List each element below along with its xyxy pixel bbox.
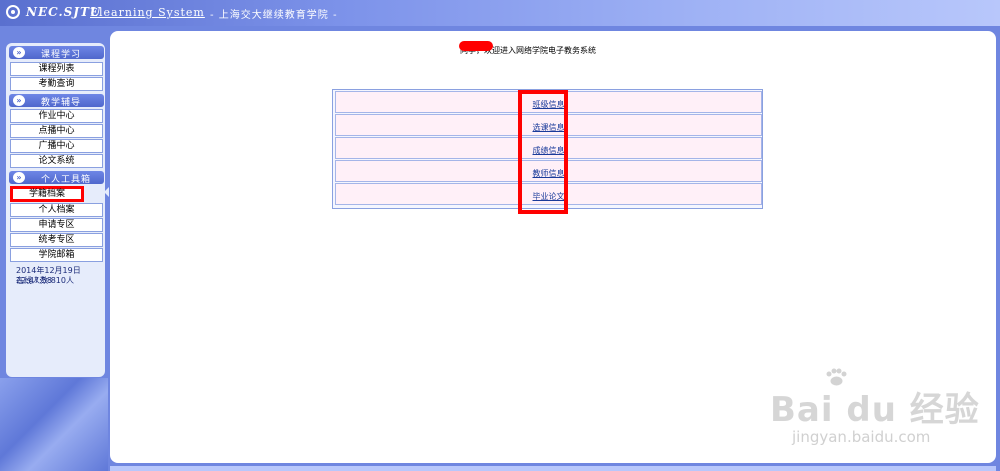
sidebar-item-homework[interactable]: 作业中心 — [10, 109, 103, 123]
double-chevron-right-icon: » — [13, 47, 25, 58]
sidebar-item-thesis-system[interactable]: 论文系统 — [10, 154, 103, 168]
sidebar-item-unified-exam[interactable]: 统考专区 — [10, 233, 103, 247]
section-title: 教学辅导 — [41, 98, 82, 108]
section-title: 个人工具箱 — [41, 175, 92, 185]
sidebar-item-application-area[interactable]: 申请专区 — [10, 218, 103, 232]
logo-icon — [6, 5, 20, 19]
section-personal-tools[interactable]: » 个人工具箱 — [9, 171, 104, 185]
sidebar-item-student-records[interactable]: 学籍档案 — [10, 186, 84, 202]
sidebar-item-broadcast[interactable]: 广播中心 — [10, 139, 103, 153]
double-chevron-right-icon: » — [13, 95, 25, 106]
school-name: - 上海交大继续教育学院 - — [210, 10, 338, 21]
section-course-study[interactable]: » 课程学习 — [9, 46, 104, 60]
top-banner: NEC.SJTU Elearning System - 上海交大继续教育学院 - — [0, 0, 1000, 26]
collapse-arrow-icon[interactable] — [104, 187, 109, 197]
section-teaching-support[interactable]: » 教学辅导 — [9, 94, 104, 108]
sidebar-item-attendance[interactable]: 考勤查询 — [10, 77, 103, 91]
bottom-strip — [110, 466, 996, 471]
watermark-url: jingyan.baidu.com — [792, 428, 931, 446]
sidebar-decoration — [0, 378, 108, 471]
sidebar: » 课程学习 课程列表 考勤查询 » 教学辅导 作业中心 点播中心 广播中心 论… — [6, 43, 105, 377]
system-name: Elearning System — [90, 6, 205, 19]
online-count-text: 在线人数:810人 — [16, 276, 74, 285]
highlight-box — [518, 90, 568, 214]
redacted-name — [459, 41, 493, 51]
sidebar-item-course-list[interactable]: 课程列表 — [10, 62, 103, 76]
double-chevron-right-icon: » — [13, 172, 25, 183]
sidebar-item-personal-profile[interactable]: 个人档案 — [10, 203, 103, 217]
sidebar-item-vod[interactable]: 点播中心 — [10, 124, 103, 138]
section-title: 课程学习 — [41, 50, 82, 60]
sidebar-item-college-mail[interactable]: 学院邮箱 — [10, 248, 103, 262]
watermark-logo: Bai du 经验 — [770, 390, 980, 430]
